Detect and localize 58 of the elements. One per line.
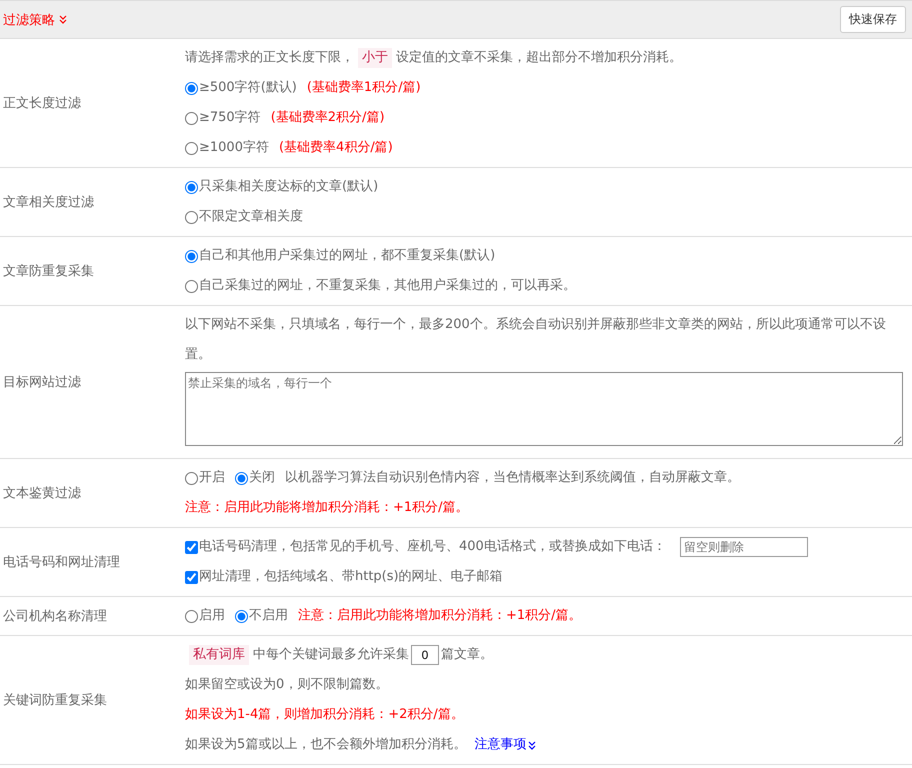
radio-button[interactable] — [185, 472, 198, 484]
radio-label[interactable]: 不限定文章相关度 — [199, 202, 303, 232]
notice-text: 注意：启用此功能将增加积分消耗：+1积分/篇。 — [298, 607, 582, 625]
description-text: 以下网站不采集，只填域名，每行一个，最多200个。系统会自动识别并屏蔽那些非文章类的网站，所以此项通常可以不设置。 — [185, 316, 887, 364]
description-text: 设定值的文章不采集，超出部分不增加积分消耗。 — [396, 49, 682, 67]
description-text: 请选择需求的正文长度下限， — [185, 49, 354, 67]
phone-input-field[interactable]: 留空则删除 — [680, 537, 808, 557]
radio-label[interactable]: 开启 — [199, 463, 225, 493]
radio-label[interactable]: ≥1000字符 — [199, 133, 269, 163]
radio-label[interactable]: 关闭 — [249, 463, 275, 493]
radio-label[interactable]: 不启用 — [249, 601, 288, 631]
radio-button[interactable] — [185, 250, 198, 262]
double-chevron-icon[interactable] — [528, 740, 536, 750]
radio-button[interactable] — [185, 180, 198, 194]
checkbox[interactable] — [185, 540, 198, 554]
notice-text: (基础费率2积分/篇) — [270, 109, 385, 127]
description-text: 中每个关键词最多允许采集 — [253, 646, 409, 664]
notice-text: (基础费率4积分/篇) — [278, 139, 393, 157]
number-input-field[interactable]: 0 — [411, 645, 439, 665]
radio-button[interactable] — [185, 610, 198, 622]
highlight-tag: 私有词库 — [189, 645, 249, 665]
notice-text: (基础费率1积分/篇) — [306, 79, 421, 97]
domain-textarea[interactable]: 禁止采集的域名，每行一个 — [185, 372, 903, 446]
notice-text: 注意：启用此功能将增加积分消耗：+1积分/篇。 — [185, 499, 469, 517]
description-text: 如果留空或设为0，则不限制篇数。 — [185, 676, 388, 694]
radio-button[interactable] — [185, 210, 198, 224]
radio-label[interactable]: ≥750字符 — [199, 103, 261, 133]
highlight-tag: 小于 — [358, 48, 392, 68]
checkbox[interactable] — [185, 570, 198, 584]
radio-button[interactable] — [235, 610, 248, 622]
row-label: 文章防重复采集 — [3, 263, 94, 280]
description-text: 如果设为5篇或以上，也不会额外增加积分消耗。 — [185, 736, 466, 754]
row-label: 电话号码和网址清理 — [3, 554, 120, 571]
radio-label[interactable]: 自己采集过的网址，不重复采集，其他用户采集过的，可以再采。 — [199, 271, 576, 301]
radio-label[interactable]: 启用 — [199, 601, 225, 631]
row-label: 正文长度过滤 — [3, 95, 81, 112]
row-label: 公司机构名称清理 — [3, 608, 107, 625]
description-text: 以机器学习算法自动识别色情内容，当色情概率达到系统阈值，自动屏蔽文章。 — [285, 469, 740, 487]
radio-button[interactable] — [235, 472, 248, 484]
row-label: 目标网站过滤 — [3, 374, 81, 391]
row-label: 关键词防重复采集 — [3, 692, 107, 709]
radio-label[interactable]: 自己和其他用户采集过的网址，都不重复采集(默认) — [199, 241, 496, 271]
row-label: 文本鉴黄过滤 — [3, 485, 81, 502]
radio-button[interactable] — [185, 82, 198, 94]
description-text: 篇文章。 — [441, 646, 493, 664]
checkbox-label[interactable]: 电话号码清理，包括常见的手机号、座机号、400电话格式，或替换成如下电话： — [199, 532, 666, 562]
notice-text: 如果设为1-4篇，则增加积分消耗：+2积分/篇。 — [185, 706, 464, 724]
radio-label[interactable]: 只采集相关度达标的文章(默认) — [199, 172, 378, 202]
radio-button[interactable] — [185, 112, 198, 124]
notes-link[interactable]: 注意事项 — [474, 730, 536, 760]
radio-button[interactable] — [185, 280, 198, 292]
quick-save-button[interactable]: 快速保存 — [840, 6, 906, 33]
section-title[interactable]: 过滤策略 — [3, 10, 55, 28]
checkbox-label[interactable]: 网址清理，包括纯域名、带http(s)的网址、电子邮箱 — [199, 562, 503, 592]
radio-button[interactable] — [185, 142, 198, 154]
double-chevron-icon[interactable] — [59, 15, 67, 24]
radio-label[interactable]: ≥500字符(默认) — [199, 73, 297, 103]
row-label: 文章相关度过滤 — [3, 194, 94, 211]
